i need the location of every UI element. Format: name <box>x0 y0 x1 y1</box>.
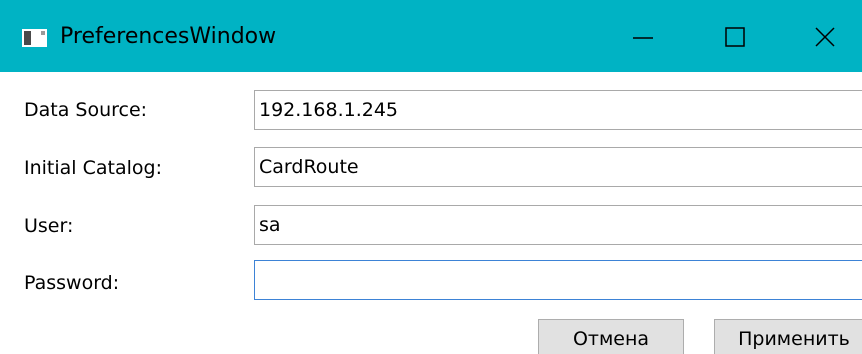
title-bar[interactable]: PreferencesWindow <box>0 0 862 72</box>
minimize-button[interactable] <box>608 0 678 72</box>
maximize-icon <box>725 27 745 47</box>
user-label: User: <box>24 215 74 237</box>
app-icon <box>22 29 47 47</box>
user-input[interactable] <box>254 205 862 245</box>
password-label: Password: <box>24 272 120 294</box>
preferences-window: PreferencesWindow Data Source: Initial C… <box>0 0 862 354</box>
minimize-icon <box>633 37 653 39</box>
close-button[interactable] <box>790 0 860 72</box>
window-title: PreferencesWindow <box>60 24 277 49</box>
cancel-button[interactable]: Отмена <box>538 319 684 354</box>
initial-catalog-label: Initial Catalog: <box>24 157 162 179</box>
data-source-input[interactable] <box>254 90 862 130</box>
initial-catalog-input[interactable] <box>254 147 862 187</box>
password-input[interactable] <box>254 260 862 300</box>
apply-button[interactable]: Применить <box>714 319 862 354</box>
data-source-label: Data Source: <box>24 99 148 121</box>
maximize-button[interactable] <box>700 0 770 72</box>
close-icon <box>815 27 835 47</box>
